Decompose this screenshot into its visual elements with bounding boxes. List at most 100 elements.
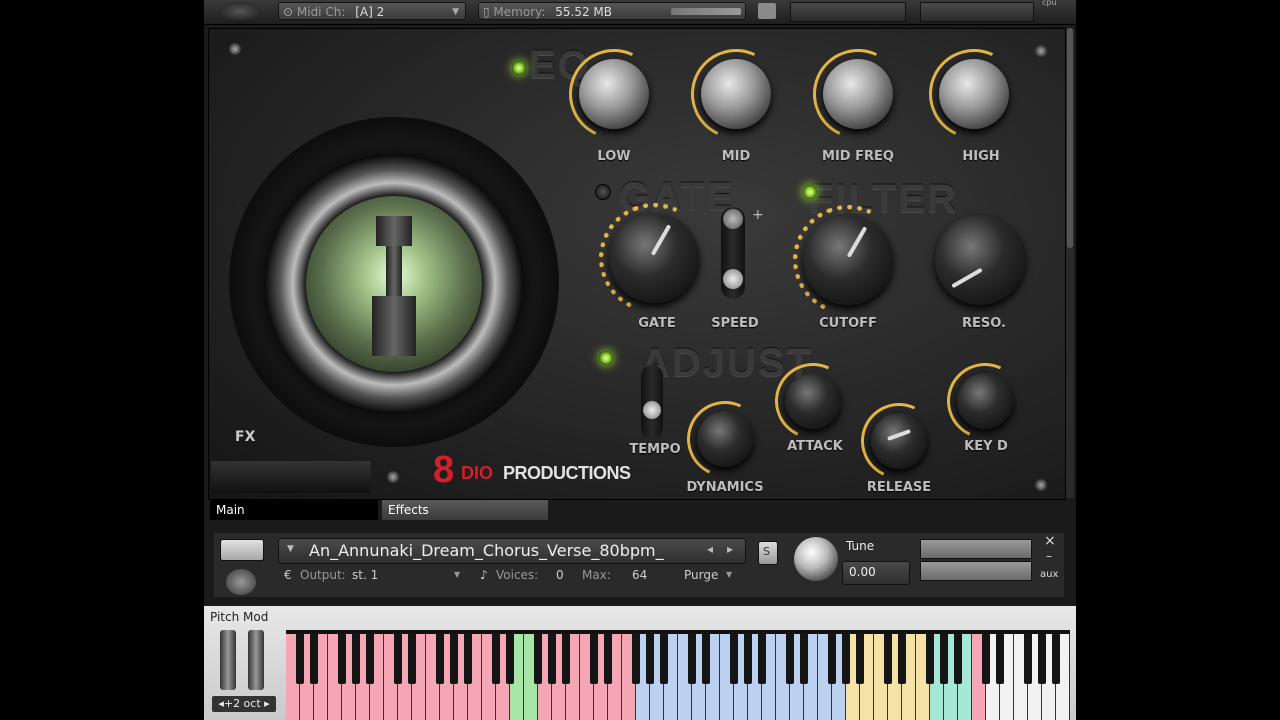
black-key[interactable] (351, 634, 361, 684)
knob-release[interactable] (850, 392, 948, 490)
black-key[interactable] (505, 634, 515, 684)
purge-button[interactable]: Purge (684, 568, 718, 582)
aux-label[interactable]: aux (1040, 569, 1058, 580)
volume-slider[interactable] (920, 2, 1034, 22)
black-key[interactable] (603, 634, 613, 684)
piano-keyboard[interactable] (286, 630, 1070, 720)
black-key[interactable] (995, 634, 1005, 684)
black-key[interactable] (827, 634, 837, 684)
black-key[interactable] (883, 634, 893, 684)
black-key[interactable] (561, 634, 571, 684)
black-key[interactable] (953, 634, 963, 684)
black-key[interactable] (1023, 634, 1033, 684)
chevron-down-icon[interactable]: ▼ (726, 570, 732, 579)
black-key[interactable] (631, 634, 641, 684)
black-key[interactable] (1051, 634, 1061, 684)
output-value[interactable]: st. 1 (352, 568, 378, 582)
max-label: Max: (582, 568, 611, 582)
vertical-scrollbar[interactable] (1066, 28, 1074, 498)
tempo-switch[interactable] (641, 365, 663, 439)
minus-icon[interactable]: – (1046, 549, 1052, 563)
tune-label: Tune (846, 539, 875, 553)
black-key[interactable] (925, 634, 935, 684)
knob-speed-label: SPEED (711, 316, 759, 331)
knob-low[interactable] (556, 36, 672, 152)
knob-reso[interactable] (925, 205, 1035, 315)
knob-mid-freq-label: MID FREQ (822, 149, 894, 164)
black-key[interactable] (309, 634, 319, 684)
solo-button[interactable]: S (758, 541, 778, 565)
max-value[interactable]: 64 (632, 568, 647, 582)
black-key[interactable] (743, 634, 753, 684)
output-icon: € (284, 568, 292, 582)
black-key[interactable] (701, 634, 711, 684)
black-key[interactable] (855, 634, 865, 684)
black-key[interactable] (1037, 634, 1047, 684)
brand-dio: DIO (461, 463, 494, 483)
black-key[interactable] (981, 634, 991, 684)
tune-value-field[interactable]: 0.00 (842, 561, 910, 585)
gate-power-led[interactable] (595, 184, 611, 200)
black-key[interactable] (407, 634, 417, 684)
black-key[interactable] (659, 634, 669, 684)
logo-icon (220, 2, 260, 20)
eq-power-led[interactable] (512, 61, 526, 75)
chevron-down-icon[interactable]: ▼ (454, 570, 460, 579)
black-key[interactable] (799, 634, 809, 684)
black-key[interactable] (295, 634, 305, 684)
knob-cutoff[interactable] (777, 189, 919, 331)
close-icon[interactable]: × (1044, 533, 1056, 549)
black-key[interactable] (491, 634, 501, 684)
screw-icon (1035, 479, 1047, 491)
black-key[interactable] (785, 634, 795, 684)
top-toolbar: ⊙ Midi Ch: [A] 2 ▼ ▯ Memory: 55.52 MB cp… (204, 0, 1076, 25)
wrench-icon[interactable] (220, 539, 264, 561)
tab-effects[interactable]: Effects (382, 500, 548, 520)
black-key[interactable] (687, 634, 697, 684)
mod-wheel[interactable] (248, 630, 264, 690)
black-key[interactable] (337, 634, 347, 684)
knob-high-label: HIGH (962, 149, 1000, 164)
knob-dynamics[interactable] (676, 390, 774, 488)
black-key[interactable] (393, 634, 403, 684)
knob-attack[interactable] (764, 352, 862, 450)
knob-mid[interactable] (678, 36, 794, 152)
next-arrow-icon[interactable]: ▸ (727, 542, 733, 556)
black-key[interactable] (365, 634, 375, 684)
speed-switch[interactable] (721, 207, 745, 299)
solo-label: S (763, 545, 770, 558)
black-key[interactable] (897, 634, 907, 684)
tune-knob[interactable] (794, 537, 838, 581)
black-key[interactable] (449, 634, 459, 684)
pitch-wheel[interactable] (220, 630, 236, 690)
knob-key[interactable] (936, 352, 1034, 450)
black-key[interactable] (533, 634, 543, 684)
instrument-name-field[interactable]: ▼ An_Annunaki_Dream_Chorus_Verse_80bpm_ … (278, 538, 746, 564)
black-key[interactable] (939, 634, 949, 684)
midi-icon: ⊙ (283, 5, 297, 19)
level-meter (920, 539, 1032, 559)
memory-label: Memory: (493, 5, 546, 19)
camera-icon[interactable] (758, 3, 776, 19)
fx-label: FX (235, 429, 256, 445)
black-key[interactable] (547, 634, 557, 684)
octave-shift[interactable]: ◂+2 oct ▸ (212, 696, 276, 712)
midi-channel-field[interactable]: ⊙ Midi Ch: [A] 2 ▼ (278, 2, 466, 20)
black-key[interactable] (463, 634, 473, 684)
tune-value: 0.00 (849, 565, 876, 579)
memory-meter (671, 8, 741, 15)
black-key[interactable] (757, 634, 767, 684)
black-key[interactable] (729, 634, 739, 684)
tab-main[interactable]: Main (210, 500, 378, 520)
knob-high[interactable] (916, 36, 1032, 152)
prev-arrow-icon[interactable]: ◂ (707, 542, 713, 556)
filter-power-led[interactable] (803, 185, 817, 199)
black-key[interactable] (841, 634, 851, 684)
knob-gate[interactable] (583, 187, 725, 329)
black-key[interactable] (435, 634, 445, 684)
black-key[interactable] (645, 634, 655, 684)
adjust-power-led[interactable] (599, 351, 613, 365)
knob-mid-freq[interactable] (800, 36, 916, 152)
black-key[interactable] (589, 634, 599, 684)
voices-value: 0 (556, 568, 564, 582)
